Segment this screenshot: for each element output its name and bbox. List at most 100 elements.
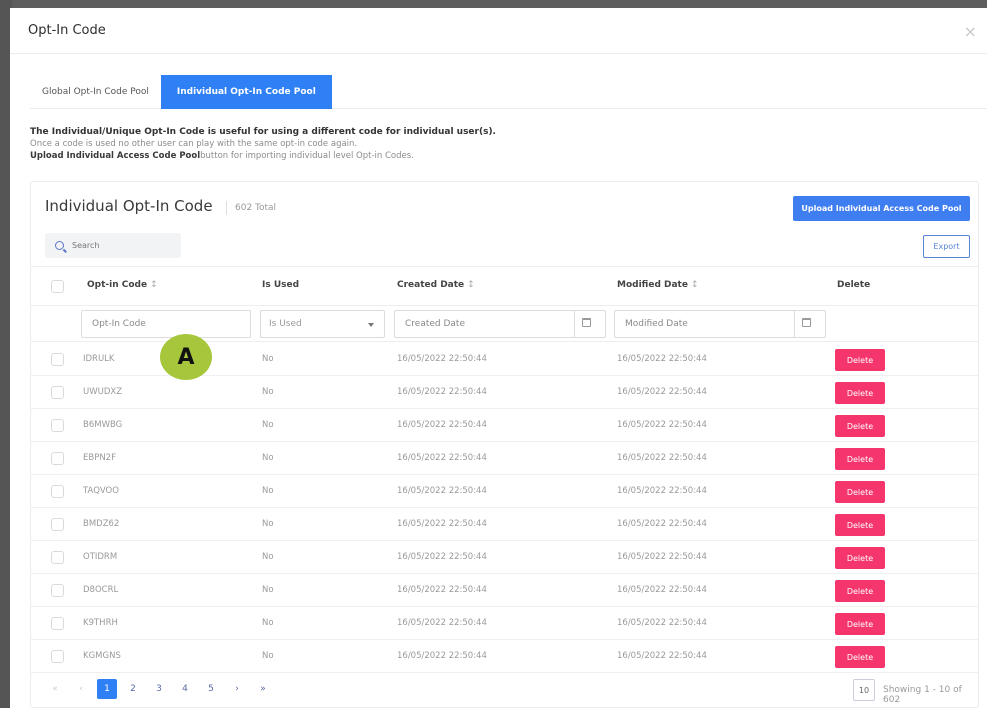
delete-button[interactable]: Delete <box>835 481 885 503</box>
table-row: K9THRH No 16/05/2022 22:50:44 16/05/2022 22… <box>31 607 978 640</box>
delete-button[interactable]: Delete <box>835 580 885 602</box>
delete-button[interactable]: Delete <box>835 415 885 437</box>
calendar-icon[interactable] <box>582 318 591 327</box>
table-header: Opt-in Code ↕ Is Used Created Date ↕ Modif… <box>31 266 978 306</box>
column-created-date[interactable]: Created Date ↕ <box>397 280 475 290</box>
cell-created-date: 16/05/2022 22:50:44 <box>397 420 487 430</box>
per-page-select[interactable]: 10 <box>853 679 875 701</box>
row-checkbox[interactable] <box>51 353 64 366</box>
close-icon[interactable]: × <box>964 22 977 41</box>
tab-individual-opt-in-code-pool[interactable]: Individual Opt-In Code Pool <box>160 75 332 109</box>
chevron-down-icon <box>368 323 374 327</box>
cell-created-date: 16/05/2022 22:50:44 <box>397 354 487 364</box>
page-2-button[interactable]: 2 <box>123 679 143 699</box>
calendar-icon[interactable] <box>802 318 811 327</box>
cell-modified-date: 16/05/2022 22:50:44 <box>617 486 707 496</box>
cell-modified-date: 16/05/2022 22:50:44 <box>617 585 707 595</box>
page-1-button[interactable]: 1 <box>97 679 117 699</box>
cell-modified-date: 16/05/2022 22:50:44 <box>617 453 707 463</box>
cell-modified-date: 16/05/2022 22:50:44 <box>617 420 707 430</box>
search-input[interactable] <box>72 241 172 250</box>
cell-is-used: No <box>262 354 274 364</box>
description-line-3: Upload Individual Access Code Poolbutton… <box>30 150 970 162</box>
tab-global-opt-in-code-pool[interactable]: Global Opt-In Code Pool <box>30 75 161 109</box>
page-3-button[interactable]: 3 <box>149 679 169 699</box>
cell-code: KGMGNS <box>83 651 121 661</box>
is-used-filter-select[interactable]: Is Used <box>260 310 385 338</box>
table-row: B6MWBG No 16/05/2022 22:50:44 16/05/2022 22… <box>31 409 978 442</box>
cell-is-used: No <box>262 651 274 661</box>
cell-created-date: 16/05/2022 22:50:44 <box>397 519 487 529</box>
cell-code: UWUDXZ <box>83 387 123 397</box>
table-row: KGMGNS No 16/05/2022 22:50:44 16/05/2022 22… <box>31 640 978 673</box>
row-checkbox[interactable] <box>51 584 64 597</box>
table-row: OTIDRM No 16/05/2022 22:50:44 16/05/2022 22… <box>31 541 978 574</box>
upload-individual-access-code-pool-button[interactable]: Upload Individual Access Code Pool <box>793 196 970 221</box>
cell-created-date: 16/05/2022 22:50:44 <box>397 585 487 595</box>
row-checkbox[interactable] <box>51 518 64 531</box>
delete-button[interactable]: Delete <box>835 382 885 404</box>
select-all-checkbox[interactable] <box>51 280 64 293</box>
description: The Individual/Unique Opt-In Code is use… <box>30 126 970 162</box>
delete-button[interactable]: Delete <box>835 547 885 569</box>
first-page-button[interactable]: « <box>45 679 65 699</box>
cell-modified-date: 16/05/2022 22:50:44 <box>617 552 707 562</box>
cell-is-used: No <box>262 618 274 628</box>
delete-button[interactable]: Delete <box>835 514 885 536</box>
cell-modified-date: 16/05/2022 22:50:44 <box>617 519 707 529</box>
column-delete: Delete <box>837 280 871 290</box>
page-4-button[interactable]: 4 <box>175 679 195 699</box>
search-box <box>45 233 181 258</box>
page-5-button[interactable]: 5 <box>201 679 221 699</box>
sort-icon: ↕ <box>690 280 699 290</box>
opt-in-code-filter-input[interactable] <box>81 310 251 338</box>
cell-code: BMDZ62 <box>83 519 120 529</box>
row-checkbox[interactable] <box>51 386 64 399</box>
title-separator <box>226 201 227 215</box>
prev-page-button[interactable]: ‹ <box>71 679 91 699</box>
cell-modified-date: 16/05/2022 22:50:44 <box>617 354 707 364</box>
cell-code: EBPN2F <box>83 453 116 463</box>
column-modified-date[interactable]: Modified Date ↕ <box>617 280 699 290</box>
table-row: EBPN2F No 16/05/2022 22:50:44 16/05/2022 22… <box>31 442 978 475</box>
column-opt-in-code[interactable]: Opt-in Code ↕ <box>87 280 158 290</box>
cell-code: K9THRH <box>83 618 118 628</box>
delete-button[interactable]: Delete <box>835 613 885 635</box>
row-checkbox[interactable] <box>51 650 64 663</box>
description-line-3-bold: Upload Individual Access Code Pool <box>30 151 201 161</box>
cell-is-used: No <box>262 453 274 463</box>
row-checkbox[interactable] <box>51 452 64 465</box>
description-line-2: Once a code is used no other user can pl… <box>30 139 358 149</box>
opt-in-code-modal: Opt-In Code × Global Opt-In Code Pool In… <box>10 8 987 708</box>
delete-button[interactable]: Delete <box>835 349 885 371</box>
cell-is-used: No <box>262 585 274 595</box>
table-row: TAQVOO No 16/05/2022 22:50:44 16/05/2022 22… <box>31 475 978 508</box>
modified-date-divider <box>794 310 795 338</box>
delete-button[interactable]: Delete <box>835 448 885 470</box>
row-checkbox[interactable] <box>51 551 64 564</box>
row-checkbox[interactable] <box>51 485 64 498</box>
last-page-button[interactable]: » <box>253 679 273 699</box>
next-page-button[interactable]: › <box>227 679 247 699</box>
row-checkbox[interactable] <box>51 419 64 432</box>
row-checkbox[interactable] <box>51 617 64 630</box>
column-modified-date-label: Modified Date <box>617 280 688 290</box>
cell-modified-date: 16/05/2022 22:50:44 <box>617 651 707 661</box>
delete-button[interactable]: Delete <box>835 646 885 668</box>
column-is-used: Is Used <box>262 280 300 290</box>
sort-icon: ↕ <box>150 280 158 290</box>
export-button[interactable]: Export <box>923 235 970 258</box>
table-row: BMDZ62 No 16/05/2022 22:50:44 16/05/2022 22… <box>31 508 978 541</box>
search-icon <box>55 241 64 250</box>
cell-created-date: 16/05/2022 22:50:44 <box>397 618 487 628</box>
cell-modified-date: 16/05/2022 22:50:44 <box>617 618 707 628</box>
cell-is-used: No <box>262 552 274 562</box>
column-created-date-label: Created Date <box>397 280 465 290</box>
cell-is-used: No <box>262 486 274 496</box>
cell-code: TAQVOO <box>83 486 119 496</box>
cell-created-date: 16/05/2022 22:50:44 <box>397 453 487 463</box>
tab-bar: Global Opt-In Code Pool Individual Opt-I… <box>30 75 987 109</box>
cell-code: IDRULK <box>83 354 115 364</box>
individual-code-card: Individual Opt-In Code 602 Total Upload … <box>30 181 979 708</box>
cell-created-date: 16/05/2022 22:50:44 <box>397 552 487 562</box>
